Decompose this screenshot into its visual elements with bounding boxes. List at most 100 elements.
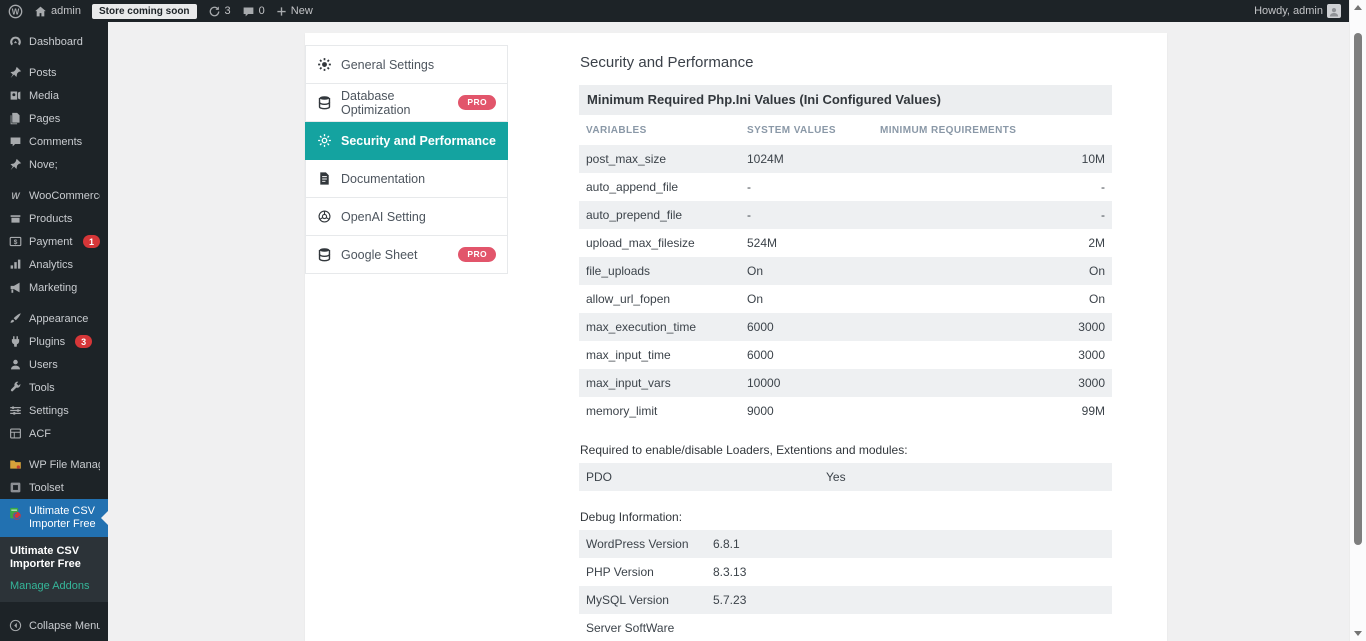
- site-menu[interactable]: admin: [34, 5, 81, 18]
- system-value: On: [740, 292, 873, 306]
- submenu-item-manage-addons[interactable]: Manage Addons: [10, 580, 98, 592]
- megaphone-icon: [8, 281, 22, 294]
- settings-tab-google-sheet[interactable]: Google Sheet PRO: [306, 236, 507, 274]
- updates-menu[interactable]: 3: [208, 5, 231, 18]
- minimum-requirement: On: [873, 264, 1112, 278]
- page-title: Security and Performance: [580, 53, 1112, 73]
- column-header: VARIABLES: [579, 125, 740, 136]
- openai-icon: [317, 209, 332, 224]
- sidebar-item-posts[interactable]: Posts: [0, 61, 108, 84]
- debug-section-label: Debug Information:: [580, 510, 1112, 524]
- settings-tab-openai[interactable]: OpenAI Setting: [306, 198, 507, 236]
- comments-icon: [8, 135, 22, 148]
- sidebar-item-users[interactable]: Users: [0, 353, 108, 376]
- collapse-menu-button[interactable]: Collapse Menu: [0, 614, 108, 637]
- sidebar-item-media[interactable]: Media: [0, 84, 108, 107]
- sidebar-item-toolset[interactable]: Toolset: [0, 476, 108, 499]
- settings-tab-label: Security and Performance: [341, 134, 496, 148]
- sidebar-item-marketing[interactable]: Marketing: [0, 276, 108, 299]
- window-scrollbar[interactable]: [1349, 0, 1366, 641]
- extension-status: Yes: [819, 470, 1112, 484]
- sidebar-item-products[interactable]: Products: [0, 207, 108, 230]
- svg-text:W: W: [11, 191, 21, 201]
- new-label: New: [291, 5, 313, 17]
- scroll-down-arrow-icon[interactable]: [1354, 631, 1362, 636]
- sliders-icon: [8, 404, 22, 417]
- extension-name: PDO: [579, 470, 819, 484]
- sidebar-item-nove[interactable]: Nove;: [0, 153, 108, 176]
- pro-badge: PRO: [458, 95, 496, 110]
- sidebar-item-payments[interactable]: $ Payments 1: [0, 230, 108, 253]
- settings-tab-database-optimization[interactable]: Database Optimization PRO: [306, 84, 507, 122]
- sidebar-item-pages[interactable]: Pages: [0, 107, 108, 130]
- ini-table-column-headers: VARIABLES SYSTEM VALUES MINIMUM REQUIREM…: [579, 115, 1112, 145]
- table-row: allow_url_fopen On On: [579, 285, 1112, 313]
- acf-icon: [8, 427, 22, 440]
- payments-icon: $: [8, 235, 22, 248]
- gear-icon: [317, 57, 332, 72]
- system-value: 524M: [740, 236, 873, 250]
- admin-content-area: General Settings Database Optimization P…: [108, 22, 1349, 641]
- new-content-menu[interactable]: New: [276, 5, 313, 17]
- media-icon: [8, 89, 22, 102]
- svg-text:W: W: [12, 7, 20, 16]
- table-row: max_input_vars 10000 3000: [579, 369, 1112, 397]
- debug-key: MySQL Version: [579, 593, 706, 607]
- submenu-item-ultimate-csv-importer[interactable]: Ultimate CSV Importer Free: [10, 545, 98, 571]
- minimum-requirement: -: [873, 180, 1112, 194]
- table-row: MySQL Version 5.7.23: [579, 586, 1112, 614]
- system-value: On: [740, 264, 873, 278]
- csv-importer-submenu: Ultimate CSV Importer Free Manage Addons: [0, 537, 108, 602]
- variable-name: max_execution_time: [579, 320, 740, 334]
- avatar: [1327, 4, 1341, 18]
- payments-count-badge: 1: [83, 235, 100, 248]
- howdy-text: Howdy, admin: [1254, 5, 1323, 17]
- folder-icon: [8, 458, 22, 471]
- sidebar-item-acf[interactable]: ACF: [0, 422, 108, 445]
- sidebar-item-woocommerce[interactable]: W WooCommerce: [0, 184, 108, 207]
- sidebar-item-dashboard[interactable]: Dashboard: [0, 30, 108, 53]
- settings-tab-documentation[interactable]: Documentation: [306, 160, 507, 198]
- scroll-up-arrow-icon[interactable]: [1354, 5, 1362, 10]
- plug-icon: [8, 335, 22, 348]
- sidebar-item-comments[interactable]: Comments: [0, 130, 108, 153]
- comments-menu[interactable]: 0: [242, 5, 265, 18]
- settings-tab-general[interactable]: General Settings: [306, 46, 507, 84]
- plugin-settings-card: General Settings Database Optimization P…: [305, 33, 1167, 641]
- variable-name: upload_max_filesize: [579, 236, 740, 250]
- system-value: 6000: [740, 348, 873, 362]
- settings-tab-label: Documentation: [341, 172, 425, 186]
- minimum-requirement: 10M: [873, 152, 1112, 166]
- user-icon: [8, 358, 22, 371]
- scrollbar-thumb[interactable]: [1354, 33, 1362, 545]
- settings-tab-label: OpenAI Setting: [341, 210, 426, 224]
- sidebar-item-ultimate-csv-importer[interactable]: Ultimate CSV Importer Free: [0, 499, 108, 537]
- sidebar-item-settings[interactable]: Settings: [0, 399, 108, 422]
- system-value: 9000: [740, 404, 873, 418]
- variable-name: allow_url_fopen: [579, 292, 740, 306]
- sidebar-item-appearance[interactable]: Appearance: [0, 307, 108, 330]
- minimum-requirement: 3000: [873, 376, 1112, 390]
- sidebar-item-plugins[interactable]: Plugins 3: [0, 330, 108, 353]
- woocommerce-icon: W: [8, 189, 22, 202]
- database-icon: [317, 247, 332, 262]
- table-row: WordPress Version 6.8.1: [579, 530, 1112, 558]
- comment-count: 0: [259, 5, 265, 17]
- pushpin-icon: [8, 158, 22, 171]
- minimum-requirement: -: [873, 208, 1112, 222]
- pushpin-icon: [8, 66, 22, 79]
- admin-top-bar: W admin Store coming soon 3 0 New: [0, 0, 1349, 22]
- variable-name: max_input_vars: [579, 376, 740, 390]
- account-menu[interactable]: Howdy, admin: [1254, 4, 1341, 18]
- active-item-arrow: [101, 511, 108, 525]
- wordpress-logo-menu[interactable]: W: [8, 4, 23, 19]
- sidebar-item-wp-file-manager[interactable]: WP File Manager: [0, 453, 108, 476]
- sidebar-item-tools[interactable]: Tools: [0, 376, 108, 399]
- table-row: memory_limit 9000 99M: [579, 397, 1112, 425]
- variable-name: file_uploads: [579, 264, 740, 278]
- settings-tab-security-performance[interactable]: Security and Performance: [305, 122, 508, 160]
- sidebar-item-analytics[interactable]: Analytics: [0, 253, 108, 276]
- column-header: MINIMUM REQUIREMENTS: [873, 125, 1112, 136]
- store-coming-soon-badge[interactable]: Store coming soon: [92, 4, 197, 19]
- settings-tab-label: General Settings: [341, 58, 434, 72]
